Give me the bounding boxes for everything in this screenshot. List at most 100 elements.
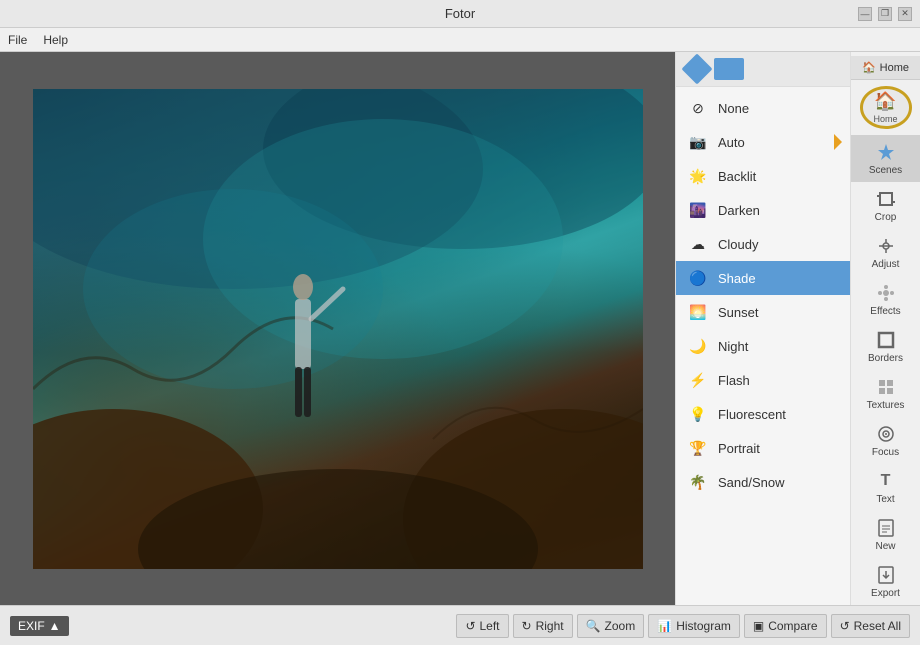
crop-label: Crop (875, 212, 897, 223)
exif-arrow: ▲ (49, 619, 61, 633)
tool-textures[interactable]: Textures (851, 370, 920, 417)
scene-cloudy-icon: ☁ (688, 234, 708, 254)
app-title: Fotor (445, 6, 475, 21)
zoom-label: Zoom (605, 619, 636, 633)
tab-diamond[interactable] (681, 53, 712, 84)
new-icon (875, 517, 897, 539)
scenes-panel: ⊘ None 📷 Auto 🌟 Backlit 🌆 Darken ☁ Cloud… (675, 52, 850, 605)
image-container (33, 89, 643, 569)
menu-file[interactable]: File (8, 33, 27, 47)
tool-export[interactable]: Export (851, 558, 920, 605)
tool-scenes[interactable]: Scenes (851, 135, 920, 182)
tool-new[interactable]: New (851, 511, 920, 558)
tool-adjust[interactable]: Adjust (851, 229, 920, 276)
reset-all-button[interactable]: ↺ Reset All (831, 614, 910, 638)
tool-borders[interactable]: Borders (851, 323, 920, 370)
scene-portrait[interactable]: 🏆 Portrait (676, 431, 850, 465)
histogram-button[interactable]: 📊 Histogram (648, 614, 740, 638)
right-button[interactable]: ↻ Right (513, 614, 573, 638)
scene-darken-icon: 🌆 (688, 200, 708, 220)
compare-button[interactable]: ▣ Compare (744, 614, 827, 638)
minimize-button[interactable]: — (858, 7, 872, 21)
reset-label: Reset All (854, 619, 901, 633)
scene-portrait-label: Portrait (718, 441, 760, 456)
scene-fluorescent-label: Fluorescent (718, 407, 786, 422)
export-icon (875, 564, 897, 586)
scene-backlit[interactable]: 🌟 Backlit (676, 159, 850, 193)
scene-shade[interactable]: 🔵 Shade (676, 261, 850, 295)
new-label: New (875, 541, 895, 552)
scene-darken[interactable]: 🌆 Darken (676, 193, 850, 227)
tool-effects[interactable]: Effects (851, 276, 920, 323)
effects-icon (875, 282, 897, 304)
title-bar: Fotor — ❐ ✕ (0, 0, 920, 28)
right-icon: ↻ (522, 619, 532, 633)
tool-focus[interactable]: Focus (851, 417, 920, 464)
scene-fluorescent[interactable]: 💡 Fluorescent (676, 397, 850, 431)
home-label: Home (880, 62, 909, 74)
scene-flash[interactable]: ⚡ Flash (676, 363, 850, 397)
menu-help[interactable]: Help (43, 33, 68, 47)
exif-button[interactable]: EXIF ▲ (10, 616, 69, 636)
zoom-button[interactable]: 🔍 Zoom (577, 614, 645, 638)
cave-svg (33, 89, 643, 569)
scene-backlit-icon: 🌟 (688, 166, 708, 186)
scene-shade-label: Shade (718, 271, 756, 286)
close-button[interactable]: ✕ (898, 7, 912, 21)
scene-none[interactable]: ⊘ None (676, 91, 850, 125)
scene-backlit-label: Backlit (718, 169, 756, 184)
scene-sunset[interactable]: 🌅 Sunset (676, 295, 850, 329)
histogram-icon: 📊 (657, 619, 672, 633)
scene-cloudy-label: Cloudy (718, 237, 758, 252)
right-label: Right (536, 619, 564, 633)
tool-crop[interactable]: Crop (851, 182, 920, 229)
focus-label: Focus (872, 447, 899, 458)
text-icon: T (875, 470, 897, 492)
textures-label: Textures (867, 400, 905, 411)
borders-label: Borders (868, 353, 903, 364)
scene-none-label: None (718, 101, 749, 116)
left-label: Left (480, 619, 500, 633)
scenes-header (676, 52, 850, 87)
scene-cloudy[interactable]: ☁ Cloudy (676, 227, 850, 261)
scene-sand-snow-label: Sand/Snow (718, 475, 785, 490)
scene-sand-snow[interactable]: 🌴 Sand/Snow (676, 465, 850, 499)
home-icon: 🏠 (862, 61, 876, 74)
exif-label: EXIF (18, 619, 45, 633)
main-layout: ⊘ None 📷 Auto 🌟 Backlit 🌆 Darken ☁ Cloud… (0, 52, 920, 605)
scene-night-icon: 🌙 (688, 336, 708, 356)
home-button[interactable]: 🏠 Home (851, 56, 920, 80)
scene-flash-label: Flash (718, 373, 750, 388)
scene-flash-icon: ⚡ (688, 370, 708, 390)
scenes-list: ⊘ None 📷 Auto 🌟 Backlit 🌆 Darken ☁ Cloud… (676, 87, 850, 605)
text-label: Text (876, 494, 894, 505)
left-button[interactable]: ↺ Left (456, 614, 508, 638)
scenes-icon (875, 141, 897, 163)
reset-icon: ↺ (840, 619, 850, 633)
scene-sunset-label: Sunset (718, 305, 758, 320)
tab-blue-rect[interactable] (714, 58, 744, 80)
tool-text[interactable]: T Text (851, 464, 920, 511)
window-controls: — ❐ ✕ (858, 7, 912, 21)
home-circle[interactable]: 🏠 Home (860, 86, 912, 129)
compare-icon: ▣ (753, 619, 764, 633)
menu-bar: File Help (0, 28, 920, 52)
restore-button[interactable]: ❐ (878, 7, 892, 21)
focus-icon (875, 423, 897, 445)
scene-night-label: Night (718, 339, 748, 354)
scene-auto-label: Auto (718, 135, 745, 150)
scene-auto[interactable]: 📷 Auto (676, 125, 850, 159)
scene-night[interactable]: 🌙 Night (676, 329, 850, 363)
scene-sunset-icon: 🌅 (688, 302, 708, 322)
bottom-toolbar: EXIF ▲ ↺ Left ↻ Right 🔍 Zoom 📊 Histogram… (0, 605, 920, 645)
adjust-icon (875, 235, 897, 257)
zoom-icon: 🔍 (586, 619, 601, 633)
scene-auto-icon: 📷 (688, 132, 708, 152)
effects-label: Effects (870, 306, 900, 317)
scene-sand-snow-icon: 🌴 (688, 472, 708, 492)
adjust-label: Adjust (872, 259, 900, 270)
compare-label: Compare (768, 619, 817, 633)
scene-darken-label: Darken (718, 203, 760, 218)
canvas-area (0, 52, 675, 605)
home-circle-icon: 🏠 (874, 91, 896, 112)
